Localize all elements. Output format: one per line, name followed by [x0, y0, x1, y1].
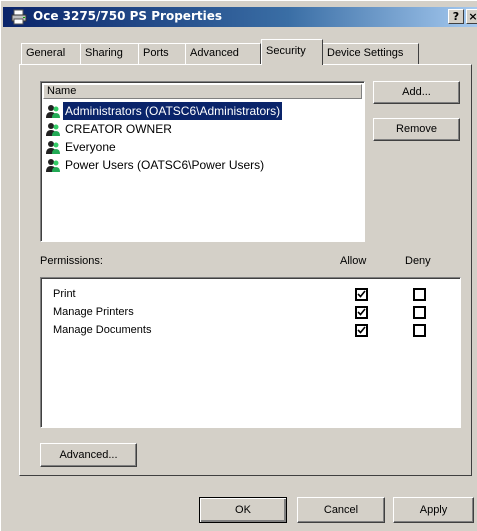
deny-checkbox[interactable]	[413, 288, 426, 301]
permissions-list[interactable]: Print Manage Printers Manage Documents	[40, 277, 461, 428]
user-label: Administrators (OATSC6\Administrators)	[63, 102, 283, 120]
tab-advanced[interactable]: Advanced	[185, 43, 261, 64]
help-button[interactable]: ?	[448, 9, 464, 24]
security-tab-panel: Name Administrators (OATSC6\Administrato…	[19, 64, 472, 476]
tab-device-settings[interactable]: Device Settings	[322, 43, 419, 64]
group-icon	[46, 123, 60, 136]
properties-dialog: Oce 3275/750 PS Properties ? × General S…	[0, 0, 477, 531]
close-button[interactable]: ×	[466, 9, 477, 24]
checkmark-icon	[357, 326, 366, 334]
permission-label: Print	[53, 288, 76, 300]
tab-sharing[interactable]: Sharing	[80, 43, 139, 64]
user-label: Power Users (OATSC6\Power Users)	[65, 158, 265, 172]
allow-checkbox[interactable]	[355, 306, 368, 319]
deny-checkbox[interactable]	[413, 324, 426, 337]
allow-checkbox[interactable]	[355, 288, 368, 301]
group-icon	[46, 141, 60, 154]
checkmark-icon	[357, 308, 366, 316]
checkmark-icon	[357, 290, 366, 298]
apply-button[interactable]: Apply	[393, 497, 474, 523]
permission-row-print: Print	[53, 285, 76, 303]
remove-button-label: Remove	[396, 123, 437, 135]
name-column-header[interactable]: Name	[43, 84, 362, 99]
group-icon	[46, 159, 60, 172]
advanced-button[interactable]: Advanced...	[40, 443, 137, 467]
deny-checkbox[interactable]	[413, 306, 426, 319]
deny-column-header: Deny	[405, 255, 431, 267]
permission-row-manage-printers: Manage Printers	[53, 303, 134, 321]
permission-row-manage-documents: Manage Documents	[53, 321, 151, 339]
tab-security[interactable]: Security	[261, 39, 323, 65]
advanced-button-label: Advanced...	[59, 449, 118, 461]
user-label: Everyone	[65, 140, 116, 154]
permission-label: Manage Documents	[53, 324, 152, 336]
window-title: Oce 3275/750 PS Properties	[33, 9, 222, 23]
add-button-label: Add...	[402, 86, 431, 98]
title-bar[interactable]: Oce 3275/750 PS Properties ? ×	[3, 7, 477, 27]
permission-label: Manage Printers	[53, 306, 134, 318]
cancel-button[interactable]: Cancel	[297, 497, 385, 523]
permissions-label: Permissions:	[40, 255, 103, 267]
ok-button[interactable]: OK	[199, 497, 287, 523]
allow-column-header: Allow	[340, 255, 367, 267]
add-button[interactable]: Add...	[373, 81, 460, 104]
remove-button[interactable]: Remove	[373, 118, 460, 141]
tab-general[interactable]: General	[21, 43, 81, 64]
cancel-button-label: Cancel	[323, 504, 359, 516]
allow-checkbox[interactable]	[355, 324, 368, 337]
tab-ports[interactable]: Ports	[138, 43, 186, 64]
printer-icon	[11, 9, 27, 25]
users-list[interactable]: Name Administrators (OATSC6\Administrato…	[40, 81, 365, 242]
group-icon	[46, 105, 60, 118]
apply-button-label: Apply	[419, 504, 448, 516]
user-label: CREATOR OWNER	[65, 122, 172, 136]
ok-button-label: OK	[235, 504, 251, 516]
